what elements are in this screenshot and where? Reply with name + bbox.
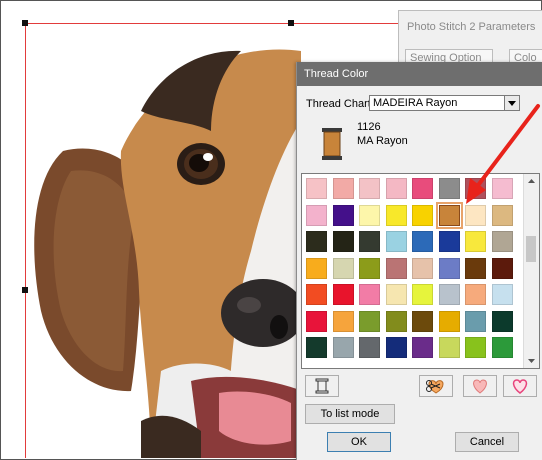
color-swatch[interactable] [359,178,380,199]
to-list-mode-label: To list mode [320,408,380,420]
color-swatch[interactable] [412,258,433,279]
color-swatch[interactable] [492,311,513,332]
color-swatch-selected[interactable] [436,202,463,229]
color-swatch[interactable] [439,231,460,252]
selection-top-edge [25,23,405,24]
thread-chart-label: Thread Chart: [306,98,374,110]
color-swatch[interactable] [492,205,513,226]
outline-heart-button[interactable] [503,375,537,397]
color-swatch[interactable] [359,231,380,252]
ok-button[interactable]: OK [327,432,391,452]
color-swatch[interactable] [465,258,486,279]
color-swatch[interactable] [465,311,486,332]
scissors-heart-icon [426,380,444,394]
color-swatch[interactable] [492,178,513,199]
color-swatch[interactable] [333,178,354,199]
color-swatch[interactable] [386,178,407,199]
color-swatch[interactable] [386,311,407,332]
scrollbar-thumb[interactable] [526,236,536,262]
color-swatch-grid [301,173,540,369]
color-swatch[interactable] [465,178,486,199]
thread-code: 1126 [357,121,381,133]
color-swatch[interactable] [439,284,460,305]
cancel-label: Cancel [469,436,505,448]
color-swatch[interactable] [439,337,460,358]
color-swatch[interactable] [359,205,380,226]
color-swatch[interactable] [333,311,354,332]
fill-heart-button[interactable] [463,375,497,397]
selection-left-edge [25,23,26,458]
color-swatch[interactable] [492,258,513,279]
color-swatch[interactable] [412,311,433,332]
color-swatch[interactable] [306,231,327,252]
color-swatch[interactable] [412,284,433,305]
dialog-title: Thread Color [304,68,369,80]
thread-chart-value: MADEIRA Rayon [373,97,458,109]
color-swatch[interactable] [306,205,327,226]
cut-thread-button[interactable] [419,375,453,397]
heart-icon [473,379,487,394]
color-swatch[interactable] [386,337,407,358]
color-swatch[interactable] [306,311,327,332]
color-swatch[interactable] [386,258,407,279]
color-swatch[interactable] [333,231,354,252]
color-swatch[interactable] [439,311,460,332]
chevron-down-icon[interactable] [504,96,519,110]
resize-handle-top-left[interactable] [22,20,28,26]
ok-label: OK [351,436,367,448]
color-swatch[interactable] [359,284,380,305]
color-swatch[interactable] [306,258,327,279]
color-swatch[interactable] [412,205,433,226]
color-swatch[interactable] [386,205,407,226]
thread-chart-select[interactable]: MADEIRA Rayon [369,95,520,111]
thread-name: MA Rayon [357,135,408,147]
color-swatch[interactable] [386,284,407,305]
chevron-up-icon[interactable] [524,174,539,188]
to-list-mode-button[interactable]: To list mode [305,404,395,424]
color-swatch[interactable] [359,311,380,332]
resize-handle-middle-left[interactable] [22,287,28,293]
color-swatch[interactable] [492,231,513,252]
color-swatch[interactable] [333,337,354,358]
color-swatch[interactable] [359,337,380,358]
color-swatch[interactable] [492,337,513,358]
cancel-button[interactable]: Cancel [455,432,519,452]
color-swatch[interactable] [412,337,433,358]
color-swatch[interactable] [412,178,433,199]
color-swatch[interactable] [465,205,486,226]
vertical-scrollbar[interactable] [523,174,539,368]
color-swatch[interactable] [439,178,460,199]
color-swatch[interactable] [386,231,407,252]
color-swatch[interactable] [333,258,354,279]
color-swatch[interactable] [465,337,486,358]
chevron-down-icon[interactable] [524,354,539,368]
parameters-dialog-title: Photo Stitch 2 Parameters [407,21,536,33]
color-swatch[interactable] [492,284,513,305]
heart-outline-icon [512,379,528,394]
spool-outline-icon [315,378,329,394]
color-swatch[interactable] [465,284,486,305]
thread-color-dialog: Thread Color Thread Chart: MADEIRA Rayon… [296,62,542,460]
color-swatch[interactable] [412,231,433,252]
color-swatch[interactable] [465,231,486,252]
color-swatch[interactable] [333,284,354,305]
dialog-titlebar[interactable]: Thread Color [297,62,542,86]
color-swatch[interactable] [439,258,460,279]
color-swatch[interactable] [359,258,380,279]
resize-handle-top-middle[interactable] [288,20,294,26]
thread-spool-icon [322,128,342,160]
color-swatch[interactable] [306,337,327,358]
color-swatch[interactable] [306,284,327,305]
color-swatch[interactable] [306,178,327,199]
spool-button[interactable] [305,375,339,397]
color-swatch[interactable] [333,205,354,226]
